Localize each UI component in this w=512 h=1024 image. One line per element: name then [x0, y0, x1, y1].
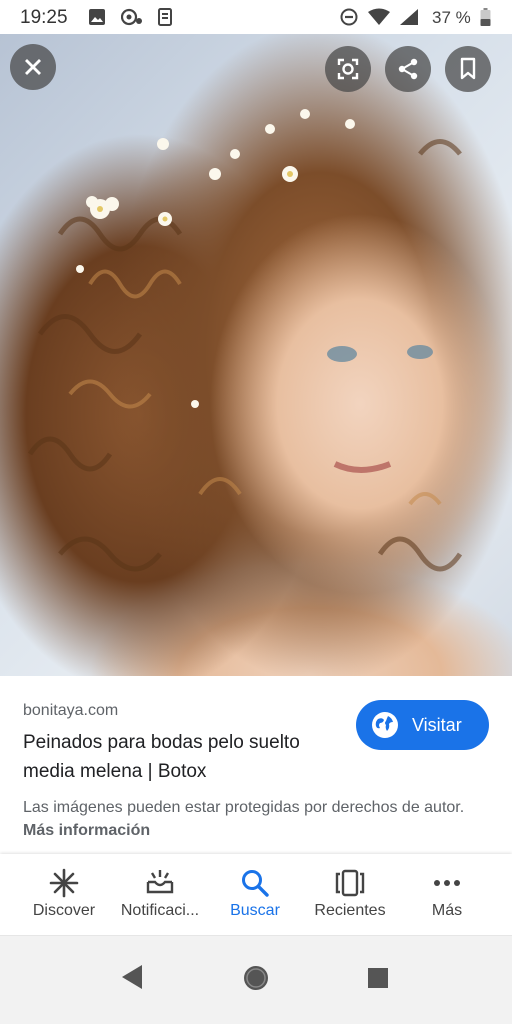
back-icon[interactable]: [120, 964, 144, 990]
do-not-disturb-icon: [340, 8, 358, 26]
copyright-text: Las imágenes pueden estar protegidas por…: [23, 799, 465, 816]
source-domain[interactable]: bonitaya.com: [23, 702, 118, 720]
result-title[interactable]: Peinados para bodas pelo suelto media me…: [23, 728, 343, 786]
bottom-navigation: Discover Notificaci... Buscar Recientes: [0, 854, 512, 936]
nav-search[interactable]: Buscar: [204, 854, 306, 936]
discover-icon: [49, 868, 79, 898]
nav-search-label: Buscar: [230, 902, 280, 919]
more-info-link[interactable]: Más información: [23, 822, 150, 839]
share-button[interactable]: [385, 46, 431, 92]
close-icon: [25, 59, 41, 75]
image-icon: [89, 9, 105, 25]
notifications-icon: [146, 870, 174, 894]
nav-more-label: Más: [431, 902, 463, 919]
lens-button[interactable]: [325, 46, 371, 92]
hair-flowers-illustration: [27, 109, 463, 572]
overview-icon[interactable]: [367, 967, 389, 989]
result-image[interactable]: [0, 34, 512, 676]
status-time: 19:25: [20, 7, 68, 28]
result-info-card: bonitaya.com Peinados para bodas pelo su…: [0, 676, 512, 854]
lens-icon: [337, 58, 359, 80]
bookmark-button[interactable]: [445, 46, 491, 92]
nav-discover-label: Discover: [32, 902, 96, 919]
nav-recents-label: Recientes: [314, 902, 386, 919]
nav-more[interactable]: Más: [396, 854, 498, 936]
globe-icon: [372, 712, 398, 738]
copyright-notice: Las imágenes pueden estar protegidas por…: [23, 796, 483, 842]
battery-icon: [480, 8, 491, 26]
battery-percentage: 37 %: [432, 8, 471, 27]
close-button[interactable]: [10, 44, 56, 90]
nav-recents[interactable]: Recientes: [299, 854, 401, 936]
recents-icon: [335, 869, 365, 897]
wifi-icon: [368, 8, 390, 25]
system-navigation-bar: [0, 936, 512, 1024]
nav-notifications-label: Notificaci...: [120, 902, 200, 919]
bookmark-icon: [460, 57, 476, 80]
assistant-icon: [121, 8, 142, 26]
visit-button-label: Visitar: [412, 714, 462, 735]
visit-button[interactable]: Visitar: [356, 700, 489, 750]
nav-discover[interactable]: Discover: [13, 854, 115, 936]
status-bar: 19:25 37 %: [0, 0, 512, 34]
search-icon: [242, 870, 269, 897]
signal-icon: [400, 9, 418, 25]
share-icon: [398, 58, 418, 80]
more-icon: [434, 880, 460, 886]
home-icon[interactable]: [242, 964, 270, 992]
nav-notifications[interactable]: Notificaci...: [109, 854, 211, 936]
vibrate-icon: [158, 8, 172, 26]
